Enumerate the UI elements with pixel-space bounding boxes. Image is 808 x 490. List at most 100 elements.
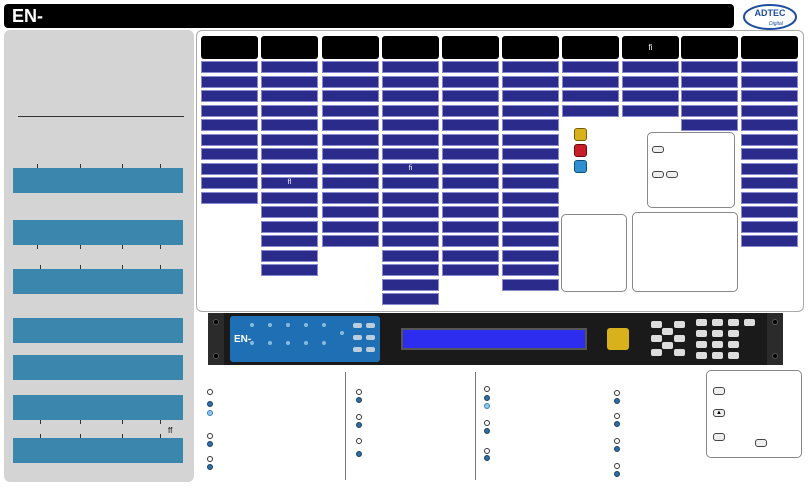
menu-item[interactable] [502,162,559,175]
menu-item[interactable] [741,61,798,73]
menu-item[interactable] [442,220,499,233]
device-enter-button[interactable] [607,328,629,350]
menu-item[interactable] [741,235,798,247]
numeric-key[interactable] [696,352,707,359]
menu-item[interactable] [322,61,379,73]
menu-item[interactable] [502,133,559,146]
menu-item[interactable] [741,206,798,218]
menu-item[interactable] [261,235,318,247]
menu-item[interactable] [681,119,738,131]
menu-item[interactable] [622,75,679,88]
menu-item[interactable] [741,133,798,146]
info-button-blue[interactable] [574,160,587,173]
menu-item[interactable] [502,249,559,262]
menu-item[interactable] [442,90,499,102]
menu-item[interactable] [502,177,559,189]
status-button[interactable] [353,323,362,328]
menu-item[interactable] [201,177,258,189]
menu-item[interactable] [382,264,439,276]
menu-item[interactable] [442,75,499,88]
menu-item[interactable] [261,90,318,102]
menu-item[interactable] [322,104,379,117]
menu-item[interactable] [322,220,379,233]
menu-item[interactable] [382,148,439,160]
menu-item[interactable] [442,264,499,276]
menu-item[interactable] [261,75,318,88]
menu-item[interactable] [261,162,318,175]
menu-item[interactable] [502,75,559,88]
menu-item[interactable] [442,177,499,189]
arrow-key[interactable] [674,335,685,342]
menu-item[interactable] [261,133,318,146]
menu-item[interactable] [442,104,499,117]
menu-item[interactable]: fl [261,177,318,189]
menu-item[interactable] [442,206,499,218]
menu-item[interactable] [442,235,499,247]
menu-item[interactable] [562,61,619,73]
menu-item[interactable] [741,104,798,117]
menu-item[interactable] [681,104,738,117]
menu-item[interactable] [741,162,798,175]
menu-item[interactable] [741,191,798,204]
menu-item[interactable] [741,75,798,88]
menu-item[interactable] [502,235,559,247]
status-button[interactable] [353,347,362,352]
menu-item[interactable] [562,104,619,117]
menu-item[interactable] [681,90,738,102]
menu-item[interactable] [261,148,318,160]
menu-item[interactable] [322,133,379,146]
menu-item[interactable] [382,249,439,262]
menu-item[interactable] [442,191,499,204]
status-button[interactable] [353,335,362,340]
menu-item[interactable] [261,249,318,262]
menu-item[interactable] [201,61,258,73]
menu-item[interactable] [201,162,258,175]
menu-item[interactable] [382,104,439,117]
status-button[interactable] [366,335,375,340]
menu-item[interactable] [201,148,258,160]
menu-item[interactable] [382,119,439,131]
menu-item[interactable] [261,264,318,276]
menu-item[interactable] [201,133,258,146]
menu-item[interactable] [502,104,559,117]
arrow-key[interactable] [674,349,685,356]
menu-item[interactable] [382,177,439,189]
menu-item[interactable] [502,148,559,160]
menu-item[interactable] [442,148,499,160]
numeric-key[interactable] [712,330,723,337]
menu-item[interactable] [382,235,439,247]
menu-item[interactable] [261,61,318,73]
menu-item[interactable] [741,177,798,189]
enter-button-gold[interactable] [574,128,587,141]
menu-item[interactable] [382,293,439,305]
numeric-key[interactable] [728,341,739,348]
arrow-key[interactable] [651,321,662,328]
arrow-key[interactable] [651,335,662,342]
menu-item[interactable] [322,119,379,131]
menu-item[interactable] [741,148,798,160]
menu-item[interactable] [502,119,559,131]
numeric-key[interactable] [712,352,723,359]
menu-item[interactable] [562,75,619,88]
menu-item[interactable] [261,206,318,218]
menu-item[interactable] [382,133,439,146]
menu-item[interactable] [442,119,499,131]
menu-item[interactable] [261,119,318,131]
menu-item[interactable] [382,90,439,102]
numeric-key[interactable] [744,319,755,326]
menu-item[interactable] [502,206,559,218]
menu-item[interactable] [261,104,318,117]
menu-item[interactable] [622,61,679,73]
menu-item[interactable] [322,75,379,88]
numeric-key[interactable] [728,330,739,337]
menu-item[interactable] [201,90,258,102]
menu-item[interactable] [382,191,439,204]
menu-item[interactable] [261,191,318,204]
menu-item[interactable] [322,191,379,204]
menu-item[interactable] [442,162,499,175]
menu-item[interactable] [261,220,318,233]
menu-item[interactable] [322,148,379,160]
menu-item[interactable] [201,119,258,131]
menu-item[interactable] [322,206,379,218]
menu-item[interactable] [442,133,499,146]
